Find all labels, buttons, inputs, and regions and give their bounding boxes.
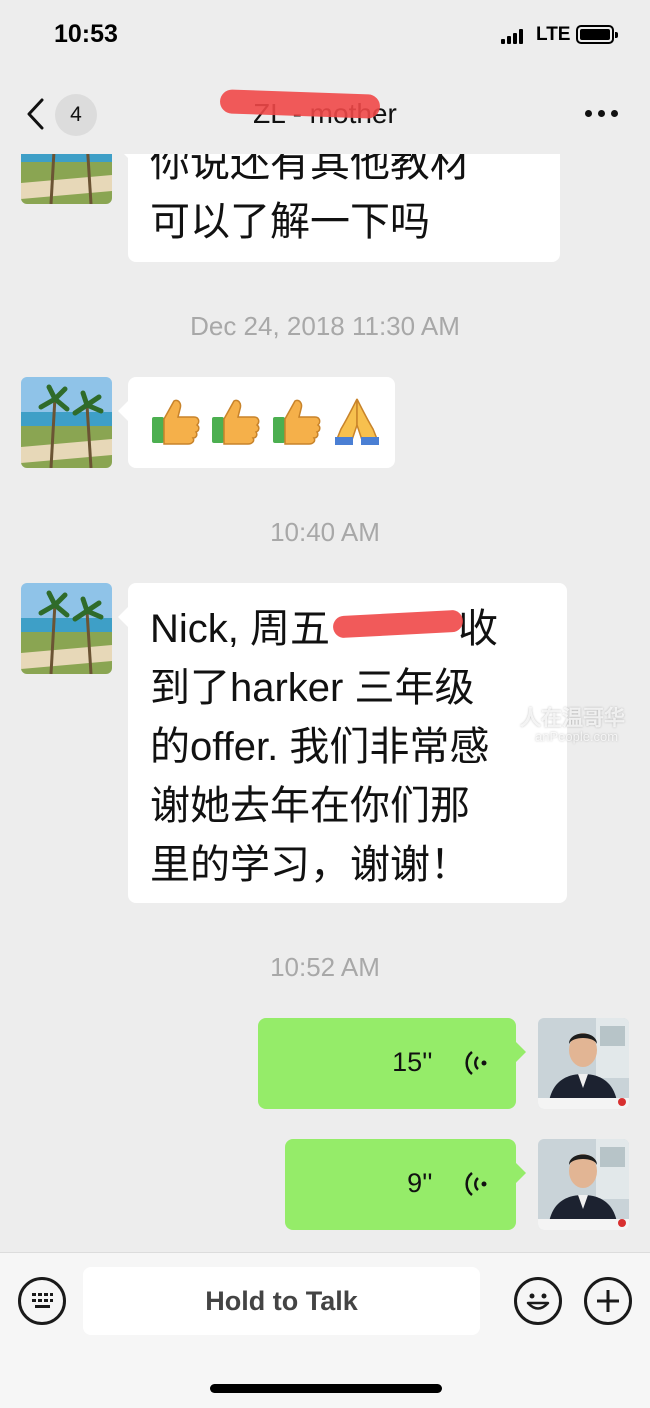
timestamp: Dec 24, 2018 11:30 AM <box>190 311 460 341</box>
thumbs-up-icon <box>272 399 321 445</box>
message-line: 谢她去年在你们那 <box>150 784 470 828</box>
message-bubble[interactable]: Nick, 周五收 到了harker 三年级 的offer. 我们非常感 谢她去… <box>118 583 567 903</box>
avatar-self[interactable] <box>538 1018 629 1109</box>
network-label: LTE <box>536 24 571 45</box>
voice-duration: 15'' <box>392 1047 433 1078</box>
folded-hands-icon <box>335 398 380 445</box>
hold-to-talk-button[interactable]: Hold to Talk <box>83 1267 480 1335</box>
avatar[interactable] <box>21 583 112 674</box>
voice-duration: 9'' <box>407 1168 433 1199</box>
timestamp: 10:40 AM <box>270 517 380 547</box>
smiley-icon <box>526 1293 550 1310</box>
battery-icon <box>576 25 618 44</box>
timestamp: 10:52 AM <box>270 952 380 982</box>
voice-wave-icon <box>465 1050 487 1075</box>
more-button[interactable] <box>585 110 619 118</box>
thumbs-up-icon <box>152 399 200 445</box>
status-time: 10:53 <box>54 20 118 48</box>
watermark: 人在温哥华 <box>520 707 625 730</box>
thumbs-up-icon <box>212 399 260 445</box>
message-bubble[interactable]: 你说还有其他教材 可以了解一下吗 <box>118 154 560 262</box>
keyboard-icon <box>32 1293 53 1308</box>
message-line: 可以了解一下吗 <box>150 200 430 244</box>
message-line: 的offer. 我们非常感 <box>150 725 490 769</box>
voice-wave-icon <box>465 1171 487 1196</box>
plus-button[interactable] <box>584 1277 632 1325</box>
input-bar: Hold to Talk <box>0 1252 650 1408</box>
emoji-button[interactable] <box>514 1277 562 1325</box>
watermark-sub: anPeople.com <box>535 729 619 744</box>
voice-message-bubble[interactable]: 9'' <box>285 1139 526 1230</box>
avatar-self[interactable] <box>538 1139 629 1230</box>
status-bar: 10:53 LTE <box>0 0 650 70</box>
avatar[interactable] <box>21 154 112 204</box>
message-line: 你说还有其他教材 <box>150 154 470 185</box>
voice-message-bubble[interactable]: 15'' <box>258 1018 526 1109</box>
home-indicator[interactable] <box>210 1384 442 1393</box>
keyboard-button[interactable] <box>18 1277 66 1325</box>
avatar[interactable] <box>21 377 112 468</box>
signal-icon <box>501 29 525 44</box>
message-line: 到了harker 三年级 <box>150 666 475 710</box>
message-bubble[interactable] <box>118 377 395 468</box>
chat-area[interactable]: 你说还有其他教材 可以了解一下吗 Dec 24, 2018 11:30 AM 1… <box>0 154 650 1252</box>
plus-icon <box>597 1290 619 1312</box>
emoji-row <box>150 395 387 451</box>
message-line: 里的学习，谢谢！ <box>150 843 470 887</box>
chat-header: 4 ZL - mother <box>0 70 650 154</box>
